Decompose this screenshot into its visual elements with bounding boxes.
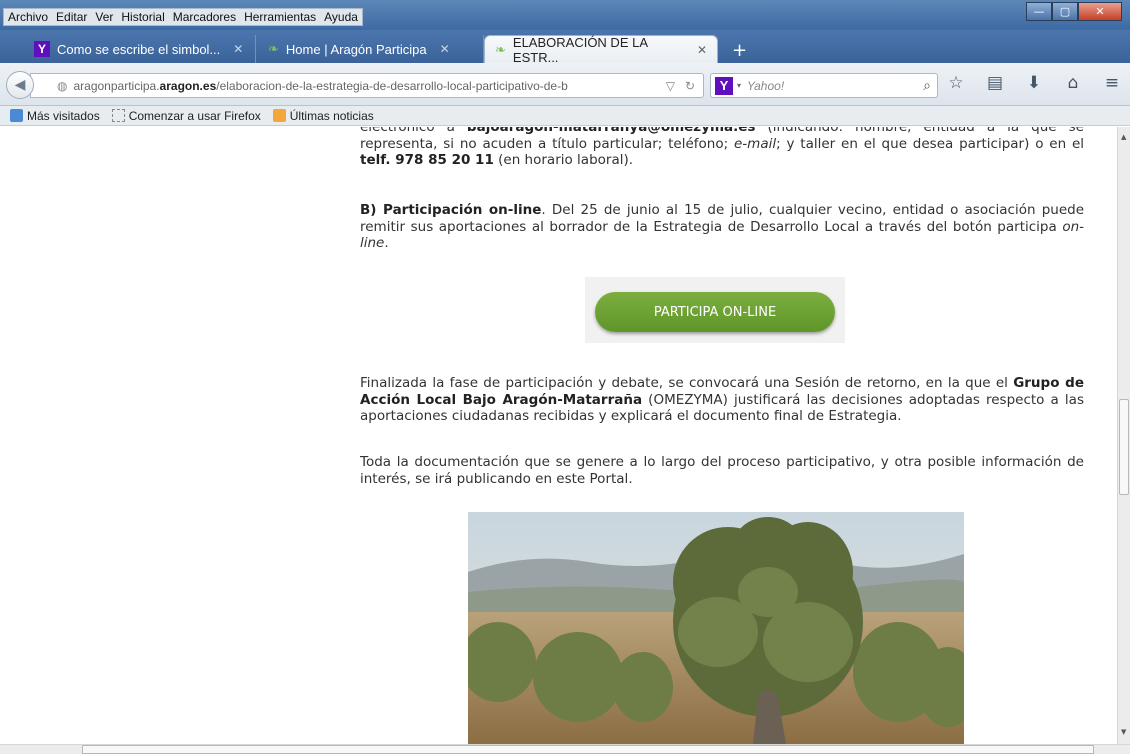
- text: (en horario laboral).: [493, 152, 634, 168]
- search-bar[interactable]: Y ▾ Yahoo! ⌕: [710, 73, 938, 98]
- yahoo-favicon-icon: Y: [34, 41, 50, 57]
- page-content: electrónico a bajoaragon-matarranya@omez…: [0, 127, 1117, 744]
- horizontal-scrollbar[interactable]: [0, 744, 1130, 754]
- new-tab-icon[interactable]: +: [732, 40, 747, 61]
- paragraph-contact: electrónico a bajoaragon-matarranya@omez…: [360, 127, 1084, 169]
- close-tab-icon[interactable]: ✕: [233, 42, 243, 56]
- url-path: /elaboracion-de-la-estrategia-de-desarro…: [216, 78, 568, 93]
- close-window-button[interactable]: ✕: [1078, 2, 1122, 21]
- dropdown-arrow-icon[interactable]: ▽: [666, 79, 675, 93]
- bookmark-label: Comenzar a usar Firefox: [128, 108, 261, 123]
- text: Finalizada la fase de participación y de…: [360, 375, 1014, 391]
- reload-icon[interactable]: ↻: [685, 79, 695, 93]
- page-icon: [111, 109, 125, 122]
- bookmark-label: Más visitados: [27, 108, 100, 123]
- vertical-scrollbar[interactable]: ▲ ▼: [1117, 127, 1130, 744]
- window-controls: — ▢ ✕: [1026, 2, 1122, 21]
- text: electrónico a: [360, 127, 467, 135]
- search-icon[interactable]: ⌕: [923, 77, 931, 94]
- tab-strip: Y Como se escribe el simbol... ✕ ❧ Home …: [0, 30, 1130, 65]
- participa-online-button[interactable]: PARTICIPA ON-LINE: [595, 292, 835, 332]
- bookmarks-bar: Más visitados Comenzar a usar Firefox Úl…: [0, 106, 1130, 126]
- maximize-button[interactable]: ▢: [1052, 2, 1078, 21]
- menu-bar: Archivo Editar Ver Historial Marcadores …: [3, 8, 363, 26]
- url-prefix: aragonparticipa.: [73, 78, 160, 93]
- yahoo-search-icon[interactable]: Y: [715, 76, 733, 95]
- tab-title: Como se escribe el simbol...: [57, 41, 221, 57]
- scroll-down-icon[interactable]: ▼: [1121, 728, 1126, 736]
- menu-hamburger-icon[interactable]: ≡: [1100, 73, 1124, 93]
- title-menu-bar: Archivo Editar Ver Historial Marcadores …: [0, 0, 1130, 30]
- bookmark-comenzar-firefox[interactable]: Comenzar a usar Firefox: [111, 108, 261, 123]
- download-icon[interactable]: ⬇: [1022, 73, 1046, 93]
- menu-ayuda[interactable]: Ayuda: [324, 10, 358, 24]
- paragraph-online-participation: B) Participación on-line. Del 25 de juni…: [360, 202, 1084, 252]
- minimize-button[interactable]: —: [1026, 2, 1052, 21]
- url-actions: ▽ ↻: [666, 79, 695, 93]
- tab-title: Home | Aragón Participa: [285, 41, 427, 57]
- menu-marcadores[interactable]: Marcadores: [173, 10, 236, 24]
- menu-historial[interactable]: Historial: [121, 10, 164, 24]
- contact-email-link[interactable]: bajoaragon-matarranya@omezyma.es: [467, 127, 756, 135]
- back-arrow-icon: ◀: [14, 77, 26, 93]
- tab-yahoo[interactable]: Y Como se escribe el simbol... ✕: [24, 35, 256, 63]
- text: ; y taller en el que desea participar) o…: [776, 135, 1084, 152]
- aragon-favicon-icon: ❧: [268, 41, 279, 56]
- back-button[interactable]: ◀: [6, 71, 34, 99]
- tab-title: ELABORACIÓN DE LA ESTR...: [512, 34, 648, 65]
- close-tab-icon[interactable]: ✕: [697, 43, 707, 57]
- phone-number: telf. 978 85 20 11: [360, 152, 494, 168]
- menu-herramientas[interactable]: Herramientas: [244, 10, 316, 24]
- url-bar[interactable]: ◍ aragonparticipa. aragon.es/elaboracion-…: [30, 73, 704, 98]
- scrollbar-thumb[interactable]: [1119, 399, 1129, 495]
- bookmark-mas-visitados[interactable]: Más visitados: [10, 109, 100, 123]
- search-engine-dropdown-icon[interactable]: ▾: [737, 81, 741, 90]
- bookmark-ultimas-noticias[interactable]: Últimas noticias: [272, 108, 374, 123]
- paragraph-return-session: Finalizada la fase de participación y de…: [360, 375, 1084, 425]
- horizontal-scrollbar-thumb[interactable]: [82, 745, 1094, 754]
- most-visited-icon: [10, 109, 23, 122]
- rss-feed-icon: [272, 109, 286, 122]
- minimize-icon: —: [1033, 5, 1045, 18]
- aragon-favicon-icon: ❧: [495, 41, 506, 57]
- navigation-toolbar: ◍ aragonparticipa. aragon.es/elaboracion-…: [0, 63, 1130, 106]
- home-icon[interactable]: ⌂: [1061, 73, 1085, 93]
- tab-elaboracion[interactable]: ❧ ELABORACIÓN DE LA ESTR... ✕: [484, 34, 718, 65]
- maximize-icon: ▢: [1059, 5, 1071, 18]
- menu-ver[interactable]: Ver: [95, 10, 113, 24]
- site-identity-icon[interactable]: ◍: [57, 79, 67, 93]
- paragraph-documentation: Toda la documentación que se genere a lo…: [360, 454, 1084, 487]
- tab-home-aragon[interactable]: ❧ Home | Aragón Participa ✕: [258, 35, 484, 63]
- text: B) Participación on-line: [360, 202, 542, 218]
- olive-tree-image: [468, 512, 964, 744]
- search-placeholder: Yahoo!: [747, 78, 785, 93]
- olive-tree-photo: [468, 512, 964, 744]
- bookmark-star-icon[interactable]: ☆: [944, 73, 968, 93]
- bookmark-label: Últimas noticias: [289, 108, 374, 123]
- text: e-mail: [734, 135, 777, 152]
- url-host: aragon.es: [159, 78, 217, 93]
- menu-archivo[interactable]: Archivo: [8, 10, 48, 24]
- menu-editar[interactable]: Editar: [56, 10, 87, 24]
- reading-list-icon[interactable]: ▤: [983, 73, 1007, 93]
- close-tab-icon[interactable]: ✕: [440, 42, 450, 56]
- toolbar-icons: ☆ ▤ ⬇ ⌂ ≡: [944, 73, 1124, 93]
- close-icon: ✕: [1095, 5, 1105, 18]
- text: .: [384, 235, 389, 251]
- scroll-up-icon[interactable]: ▲: [1121, 133, 1126, 141]
